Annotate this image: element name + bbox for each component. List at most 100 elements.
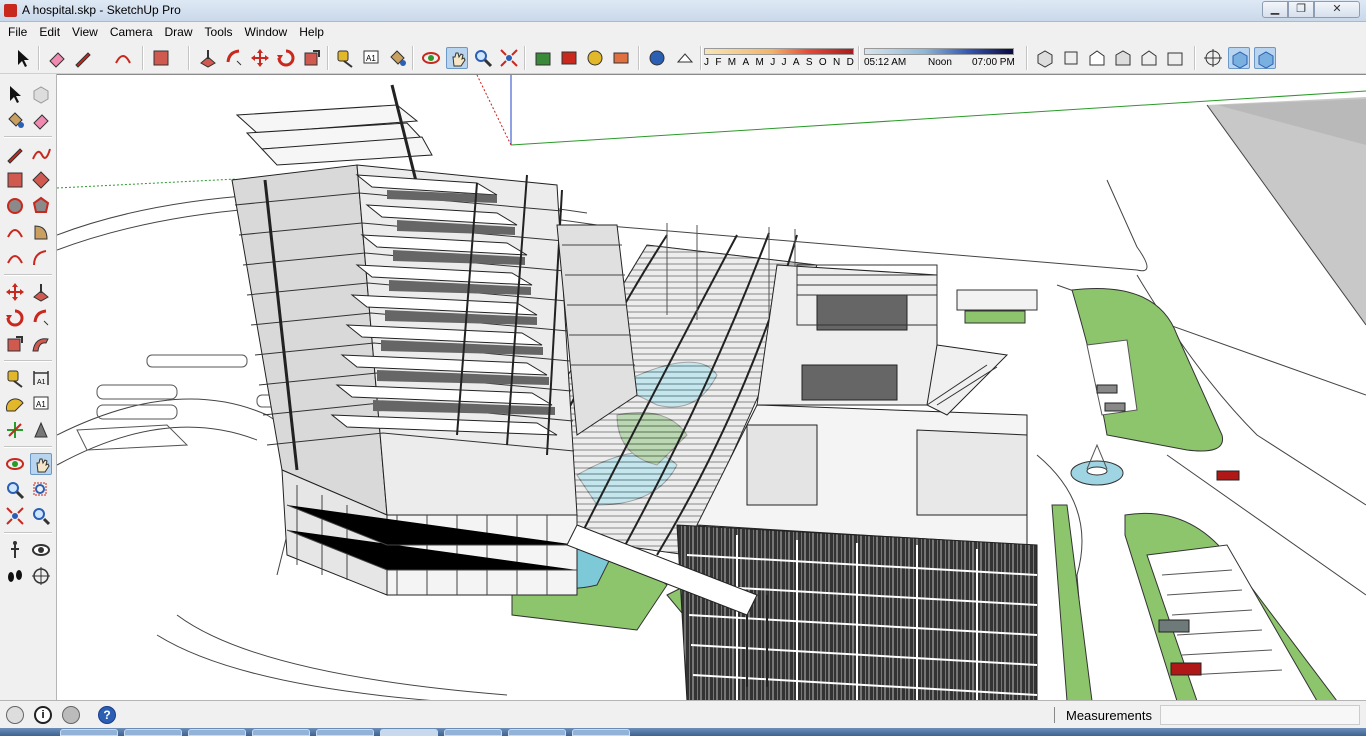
- circle-icon[interactable]: [4, 195, 26, 217]
- look-around-icon[interactable]: [30, 539, 52, 561]
- taskbar-item-active[interactable]: [380, 729, 438, 736]
- zoom-icon[interactable]: [472, 47, 494, 69]
- paint-bucket-icon[interactable]: [386, 47, 408, 69]
- rectangle-icon[interactable]: [4, 169, 26, 191]
- toolbar-separator: [4, 360, 52, 362]
- protractor-icon[interactable]: [4, 393, 26, 415]
- footprints-icon[interactable]: [4, 565, 26, 587]
- push-pull-icon[interactable]: [197, 47, 219, 69]
- shadow-time-slider[interactable]: 05:12 AM Noon 07:00 PM: [864, 48, 1015, 70]
- model-viewport[interactable]: [57, 74, 1366, 700]
- date-gradient-bar[interactable]: [704, 48, 854, 55]
- 3d-text-icon[interactable]: [30, 419, 52, 441]
- user-account-icon[interactable]: [62, 706, 80, 724]
- shadow-date-slider[interactable]: J F M A M J J A S O N D: [704, 48, 854, 70]
- select-icon[interactable]: [4, 83, 26, 105]
- maximize-button[interactable]: ❐: [1288, 1, 1314, 18]
- move-icon[interactable]: [249, 47, 271, 69]
- section-plane-icon[interactable]: [1202, 47, 1224, 69]
- components-icon[interactable]: [558, 47, 580, 69]
- zoom-window-icon[interactable]: [30, 479, 52, 501]
- zoom-extents-icon[interactable]: [4, 505, 26, 527]
- zoom-icon[interactable]: [4, 479, 26, 501]
- menu-file[interactable]: File: [2, 23, 33, 41]
- rectangle-icon[interactable]: [150, 47, 172, 69]
- paint-bucket-icon[interactable]: [4, 109, 26, 131]
- minimize-button[interactable]: ▁: [1262, 1, 1288, 18]
- section-display-icon[interactable]: [1228, 47, 1250, 69]
- arc-icon[interactable]: [4, 221, 26, 243]
- section-cut-icon[interactable]: [1254, 47, 1276, 69]
- close-button[interactable]: ✕: [1314, 1, 1360, 18]
- tape-measure-icon[interactable]: [4, 367, 26, 389]
- iso-view-icon[interactable]: [1034, 47, 1056, 69]
- taskbar-item[interactable]: [60, 729, 118, 736]
- orbit-icon[interactable]: [420, 47, 442, 69]
- orbit-icon[interactable]: [4, 453, 26, 475]
- tape-measure-icon[interactable]: [334, 47, 356, 69]
- menu-window[interactable]: Window: [239, 23, 294, 41]
- push-pull-icon[interactable]: [30, 281, 52, 303]
- menu-tools[interactable]: Tools: [199, 23, 239, 41]
- rotate-icon[interactable]: [275, 47, 297, 69]
- eraser-icon[interactable]: [30, 109, 52, 131]
- eraser-icon[interactable]: [46, 47, 68, 69]
- previous-view-icon[interactable]: [30, 505, 52, 527]
- text-icon[interactable]: A1: [360, 47, 382, 69]
- back-edges-icon[interactable]: [674, 47, 696, 69]
- taskbar-item[interactable]: [252, 729, 310, 736]
- warehouse-icon[interactable]: [532, 47, 554, 69]
- time-gradient-bar[interactable]: [864, 48, 1014, 55]
- left-view-icon[interactable]: [1164, 47, 1186, 69]
- xray-icon[interactable]: [646, 47, 668, 69]
- taskbar-item[interactable]: [188, 729, 246, 736]
- arc3-icon[interactable]: [4, 247, 26, 269]
- line-icon[interactable]: [4, 143, 26, 165]
- rotated-rectangle-icon[interactable]: [30, 169, 52, 191]
- scale-icon[interactable]: [301, 47, 323, 69]
- pan-icon[interactable]: [30, 453, 52, 475]
- measurements-input[interactable]: [1160, 705, 1360, 725]
- zoom-extents-icon[interactable]: [498, 47, 520, 69]
- pan-icon[interactable]: [446, 47, 468, 69]
- pencil-icon[interactable]: [72, 47, 94, 69]
- back-view-icon[interactable]: [1138, 47, 1160, 69]
- menu-edit[interactable]: Edit: [33, 23, 66, 41]
- menu-camera[interactable]: Camera: [104, 23, 159, 41]
- taskbar-item[interactable]: [444, 729, 502, 736]
- menu-help[interactable]: Help: [293, 23, 330, 41]
- taskbar-item[interactable]: [508, 729, 566, 736]
- move-icon[interactable]: [4, 281, 26, 303]
- walk-icon[interactable]: [4, 539, 26, 561]
- position-camera-icon[interactable]: [30, 565, 52, 587]
- freehand-icon[interactable]: [30, 143, 52, 165]
- arc-icon[interactable]: [112, 47, 134, 69]
- polygon-icon[interactable]: [30, 195, 52, 217]
- select-icon[interactable]: [12, 47, 34, 69]
- arc2-icon[interactable]: [30, 247, 52, 269]
- text-icon[interactable]: A1: [30, 393, 52, 415]
- taskbar-item[interactable]: [572, 729, 630, 736]
- right-view-icon[interactable]: [1112, 47, 1134, 69]
- menu-view[interactable]: View: [66, 23, 104, 41]
- axes-icon[interactable]: [4, 419, 26, 441]
- rotate-icon[interactable]: [4, 307, 26, 329]
- taskbar-item[interactable]: [124, 729, 182, 736]
- taskbar-item[interactable]: [316, 729, 374, 736]
- send-icon[interactable]: [610, 47, 632, 69]
- toolbar-separator: [142, 46, 144, 70]
- menu-draw[interactable]: Draw: [159, 23, 199, 41]
- scale-icon[interactable]: [4, 333, 26, 355]
- extension-icon[interactable]: [584, 47, 606, 69]
- credits-icon[interactable]: i: [34, 706, 52, 724]
- pie-icon[interactable]: [30, 221, 52, 243]
- follow-me-icon[interactable]: [30, 307, 52, 329]
- geo-location-icon[interactable]: [6, 706, 24, 724]
- component-icon[interactable]: [30, 83, 52, 105]
- dimension-icon[interactable]: A1: [30, 367, 52, 389]
- help-icon[interactable]: ?: [98, 706, 116, 724]
- top-view-icon[interactable]: [1060, 47, 1082, 69]
- follow-me-icon[interactable]: [223, 47, 245, 69]
- offset-icon[interactable]: [30, 333, 52, 355]
- front-view-icon[interactable]: [1086, 47, 1108, 69]
